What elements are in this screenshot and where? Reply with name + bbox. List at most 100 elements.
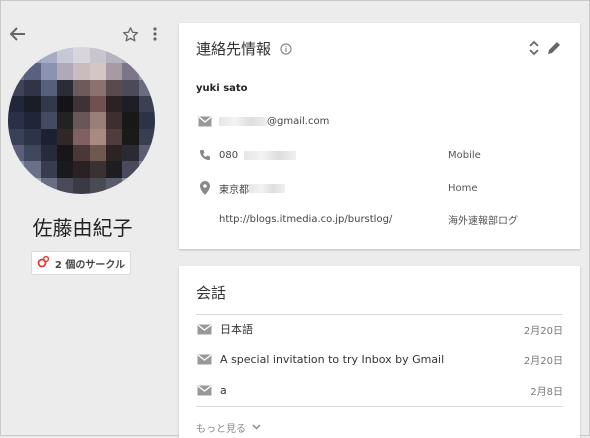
avatar-pixel: [106, 112, 123, 129]
circles-button[interactable]: 2 個のサークル: [31, 251, 131, 275]
avatar-pixel: [8, 128, 25, 145]
contact-card-title: 連絡先情報: [196, 38, 292, 59]
avatar-pixel: [122, 112, 139, 129]
avatar-pixel: [106, 145, 123, 162]
avatar-pixel: [73, 145, 90, 162]
avatar-pixel: [24, 112, 41, 129]
email-icon: [196, 112, 214, 130]
avatar-pixel: [40, 47, 57, 64]
address-redacted: [249, 183, 285, 193]
show-more-button[interactable]: もっと見る: [196, 420, 261, 435]
conversation-item[interactable]: a 2月8日: [196, 379, 563, 401]
avatar-pixel: [40, 112, 57, 129]
avatar-pixel: [8, 161, 25, 178]
avatar-pixel: [122, 177, 139, 194]
avatar-pixel: [40, 96, 57, 113]
avatar-pixel: [40, 128, 57, 145]
conversation-card: 会話 日本語 2月20日 A special invitation to try…: [179, 266, 580, 438]
avatar-pixel: [73, 128, 90, 145]
avatar-pixel: [106, 161, 123, 178]
phone-redacted: [244, 150, 297, 160]
avatar-pixel: [122, 79, 139, 96]
avatar-pixel: [138, 112, 155, 129]
avatar-pixel: [24, 96, 41, 113]
conversation-item[interactable]: 日本語 2月20日: [196, 318, 563, 340]
avatar-pixel: [40, 177, 57, 194]
avatar-pixel: [89, 161, 106, 178]
info-icon[interactable]: [280, 41, 292, 59]
avatar-pixel: [57, 79, 74, 96]
avatar-pixel: [138, 177, 155, 194]
expand-collapse-icon[interactable]: [529, 40, 539, 60]
avatar-pixel: [24, 145, 41, 162]
conversation-date: 2月20日: [523, 325, 563, 337]
back-arrow-icon[interactable]: [8, 24, 28, 44]
address-value: 東京都: [219, 184, 249, 196]
phone-value: 080: [219, 149, 239, 161]
avatar-pixel: [138, 79, 155, 96]
url-row[interactable]: http://blogs.itmedia.co.jp/burstlog/ 海外速…: [196, 209, 563, 229]
circles-label: 2 個のサークル: [54, 259, 126, 271]
avatar-pixel: [73, 47, 90, 64]
avatar-pixel: [24, 177, 41, 194]
avatar-pixel: [106, 79, 123, 96]
avatar-pixel: [57, 47, 74, 64]
avatar-pixel: [8, 177, 25, 194]
avatar-pixel: [8, 112, 25, 129]
avatar-pixel: [24, 161, 41, 178]
avatar-pixel: [73, 161, 90, 178]
avatar: [8, 47, 155, 194]
url-link[interactable]: http://blogs.itmedia.co.jp/burstlog/: [219, 214, 392, 225]
avatar-pixel: [73, 79, 90, 96]
avatar-pixel: [106, 177, 123, 194]
avatar-pixel: [73, 112, 90, 129]
email-value: @gmail.com: [267, 115, 330, 127]
avatar-pixel: [89, 112, 106, 129]
location-pin-icon: [196, 179, 214, 197]
avatar-pixel: [122, 145, 139, 162]
avatar-pixel: [89, 79, 106, 96]
more-vert-icon[interactable]: [148, 24, 162, 44]
circles-icon: [37, 255, 50, 271]
divider: [196, 314, 563, 315]
avatar-pixel: [8, 79, 25, 96]
avatar-pixel: [40, 79, 57, 96]
conversation-subject: a: [220, 383, 227, 397]
avatar-pixel: [57, 145, 74, 162]
edit-pencil-icon[interactable]: [546, 40, 562, 60]
avatar-pixel: [138, 63, 155, 80]
avatar-pixel: [122, 63, 139, 80]
avatar-pixel: [24, 79, 41, 96]
address-row[interactable]: 東京都 Home: [196, 178, 563, 198]
avatar-pixel: [24, 47, 41, 64]
avatar-pixel: [57, 128, 74, 145]
profile-sidebar: 佐藤由紀子 2 個のサークル: [0, 0, 165, 436]
avatar-pixel: [122, 128, 139, 145]
avatar-pixel: [40, 161, 57, 178]
avatar-pixel: [73, 63, 90, 80]
avatar-pixel: [89, 177, 106, 194]
contact-display-name: yuki sato: [196, 82, 248, 94]
envelope-icon: [196, 323, 212, 335]
avatar-pixel: [73, 96, 90, 113]
phone-type: Mobile: [448, 149, 481, 161]
avatar-pixel: [138, 145, 155, 162]
star-icon[interactable]: [120, 24, 140, 44]
avatar-pixel: [122, 96, 139, 113]
conversation-item[interactable]: A special invitation to try Inbox by Gma…: [196, 348, 563, 370]
avatar-pixel: [8, 96, 25, 113]
avatar-pixel: [57, 177, 74, 194]
avatar-pixel: [106, 47, 123, 64]
profile-name: 佐藤由紀子: [32, 216, 133, 240]
avatar-pixel: [89, 128, 106, 145]
contact-info-card: 連絡先情報 yuki sato @gmail.com 080 Mobile 東京…: [179, 23, 580, 249]
conversation-card-title: 会話: [196, 284, 227, 302]
avatar-pixel: [106, 63, 123, 80]
avatar-pixel: [73, 177, 90, 194]
envelope-icon: [196, 353, 212, 365]
avatar-pixel: [40, 145, 57, 162]
email-row[interactable]: @gmail.com: [196, 111, 563, 131]
avatar-pixel: [138, 128, 155, 145]
phone-row[interactable]: 080 Mobile: [196, 145, 563, 165]
avatar-pixel: [57, 63, 74, 80]
